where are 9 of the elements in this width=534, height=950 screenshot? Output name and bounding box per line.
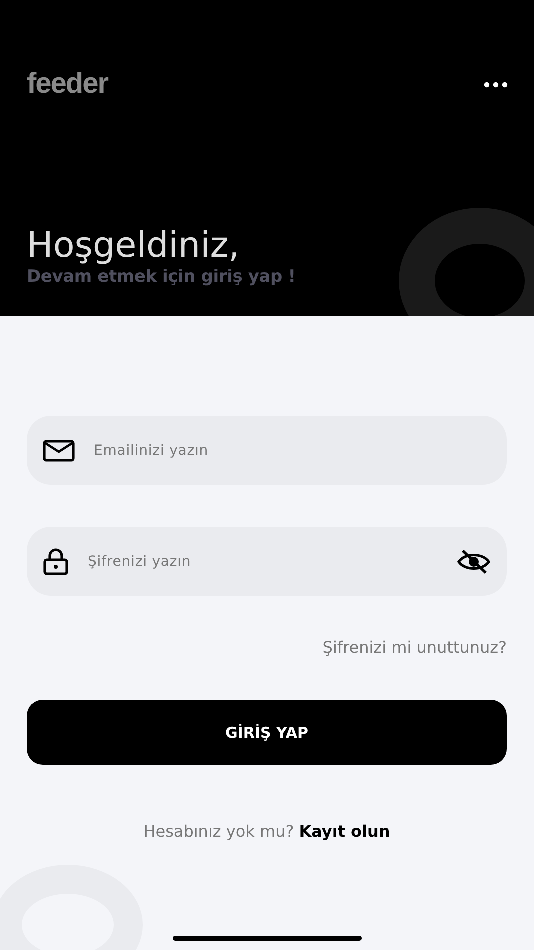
login-button[interactable]: GİRİŞ YAP [27,700,507,765]
password-field[interactable]: Şifrenizi yazın [86,552,457,570]
email-field[interactable]: Emailinizi yazın [92,442,491,460]
signup-link[interactable]: Kayıt olun [299,822,390,841]
signup-prompt: Hesabınız yok mu? [144,822,294,841]
forgot-password-link[interactable]: Şifrenizi mi unuttunuz? [322,638,507,657]
welcome-title: Hoşgeldiniz, [27,225,241,267]
logo: feeder [27,68,108,101]
welcome-subtitle: Devam etmek için giriş yap ! [27,267,297,287]
